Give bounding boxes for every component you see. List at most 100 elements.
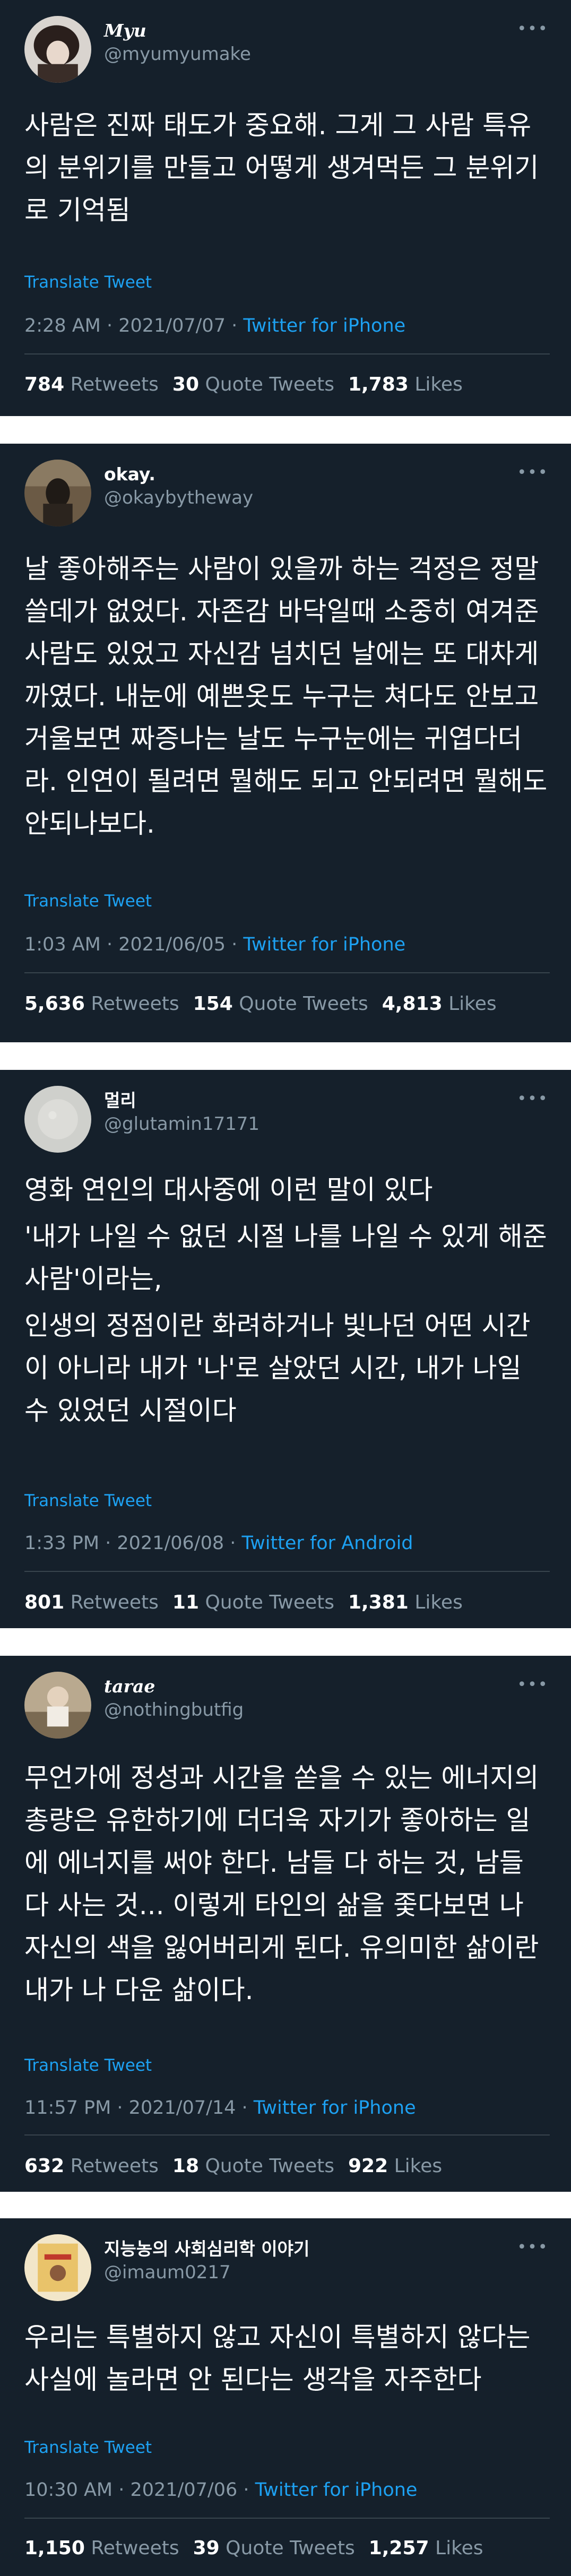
tweet-time[interactable]: 10:30 AM · 2021/07/06 ·: [24, 2479, 255, 2501]
retweets-count[interactable]: 1,150 Retweets: [24, 2537, 179, 2559]
translate-tweet-link[interactable]: Translate Tweet: [24, 1490, 152, 1511]
engagement-stats: 632 Retweets 18 Quote Tweets 922 Likes: [24, 2155, 456, 2178]
likes-count[interactable]: 4,813 Likes: [382, 993, 497, 1015]
quotes-number: 39: [193, 2537, 220, 2559]
user-handle[interactable]: @myumyumake: [104, 44, 251, 65]
tweet-timestamp: 10:30 AM · 2021/07/06 · Twitter for iPho…: [24, 2478, 417, 2502]
likes-number: 1,381: [348, 1592, 409, 1613]
more-options-icon[interactable]: •••: [517, 462, 548, 483]
likes-number: 4,813: [382, 993, 443, 1015]
display-name[interactable]: 멀리: [104, 1090, 136, 1111]
tweet-time[interactable]: 2:28 AM · 2021/07/07 ·: [24, 315, 243, 336]
likes-label: Likes: [435, 2537, 483, 2559]
quotes-number: 154: [193, 993, 233, 1015]
tweet-time[interactable]: 1:03 AM · 2021/06/05 ·: [24, 934, 243, 955]
avatar[interactable]: [24, 1672, 91, 1739]
retweets-number: 5,636: [24, 993, 85, 1015]
retweets-count[interactable]: 5,636 Retweets: [24, 993, 179, 1015]
avatar[interactable]: [24, 16, 91, 83]
quotes-number: 18: [172, 2155, 199, 2177]
tweet-timestamp: 1:03 AM · 2021/06/05 · Twitter for iPhon…: [24, 933, 405, 956]
engagement-stats: 801 Retweets 11 Quote Tweets 1,381 Likes: [24, 1591, 477, 1614]
tweet-source[interactable]: Twitter for iPhone: [243, 934, 405, 955]
retweets-count[interactable]: 632 Retweets: [24, 2155, 159, 2177]
engagement-stats: 1,150 Retweets 39 Quote Tweets 1,257 Likes: [24, 2537, 497, 2560]
quotes-label: Quote Tweets: [226, 2537, 355, 2559]
tweet-source[interactable]: Twitter for iPhone: [254, 2097, 416, 2119]
avatar[interactable]: [24, 2234, 91, 2301]
avatar[interactable]: [24, 460, 91, 526]
likes-count[interactable]: 1,783 Likes: [348, 374, 463, 395]
display-name[interactable]: Myu: [104, 20, 146, 41]
retweets-count[interactable]: 801 Retweets: [24, 1592, 159, 1613]
tweet-card: Myu @myumyumake ••• 사람은 진짜 태도가 중요해. 그게 그…: [0, 0, 571, 416]
tweet-source[interactable]: Twitter for Android: [242, 1533, 413, 1554]
tweet-paragraph: 영화 연인의 대사중에 이런 말이 있다: [24, 1174, 433, 1205]
retweets-label: Retweets: [70, 1592, 159, 1613]
likes-label: Likes: [448, 993, 497, 1015]
tweet-text: 사람은 진짜 태도가 중요해. 그게 그 사람 특유의 분위기를 만들고 어떻게…: [24, 104, 550, 231]
more-options-icon[interactable]: •••: [517, 18, 548, 39]
tweet-text: 우리는 특별하지 않고 자신이 특별하지 않다는 사실에 놀라면 안 된다는 생…: [24, 2316, 550, 2401]
tweet-paragraph: '내가 나일 수 없던 시절 나를 나일 수 있게 해준 사람'이라는,: [24, 1221, 547, 1294]
quotes-label: Quote Tweets: [239, 993, 368, 1015]
tweet-source[interactable]: Twitter for iPhone: [255, 2479, 418, 2501]
translate-tweet-link[interactable]: Translate Tweet: [24, 891, 152, 912]
likes-count[interactable]: 1,381 Likes: [348, 1592, 463, 1613]
more-options-icon[interactable]: •••: [517, 2236, 548, 2258]
quotes-label: Quote Tweets: [205, 1592, 334, 1613]
retweets-number: 632: [24, 2155, 65, 2177]
retweets-label: Retweets: [70, 2155, 159, 2177]
likes-label: Likes: [394, 2155, 443, 2177]
tweet-timestamp: 2:28 AM · 2021/07/07 · Twitter for iPhon…: [24, 314, 405, 338]
tweet-timestamp: 11:57 PM · 2021/07/14 · Twitter for iPho…: [24, 2096, 416, 2120]
tweet-timestamp: 1:33 PM · 2021/06/08 · Twitter for Andro…: [24, 1532, 413, 1555]
translate-tweet-link[interactable]: Translate Tweet: [24, 2055, 152, 2076]
tweet-time[interactable]: 11:57 PM · 2021/07/14 ·: [24, 2097, 254, 2119]
tweet-paragraph: 무언가에 정성과 시간을 쏟을 수 있는 에너지의 총량은 유한하기에 더더욱 …: [24, 1762, 539, 2006]
retweets-count[interactable]: 784 Retweets: [24, 374, 159, 395]
quotes-number: 30: [172, 374, 199, 395]
quote-tweets-count[interactable]: 154 Quote Tweets: [193, 993, 368, 1015]
likes-count[interactable]: 922 Likes: [348, 2155, 442, 2177]
tweet-time[interactable]: 1:33 PM · 2021/06/08 ·: [24, 1533, 242, 1554]
user-handle[interactable]: @glutamin17171: [104, 1113, 259, 1135]
tweet-text: 날 좋아해주는 사람이 있을까 하는 걱정은 정말 쓸데가 없었다. 자존감 바…: [24, 548, 550, 845]
divider: [24, 972, 550, 973]
tweet-card: 멀리 @glutamin17171 ••• 영화 연인의 대사중에 이런 말이 …: [0, 1070, 571, 1628]
likes-label: Likes: [414, 374, 463, 395]
tweet-paragraph: 날 좋아해주는 사람이 있을까 하는 걱정은 정말 쓸데가 없었다. 자존감 바…: [24, 554, 548, 839]
divider: [24, 2518, 550, 2519]
more-options-icon[interactable]: •••: [517, 1088, 548, 1109]
likes-label: Likes: [414, 1592, 463, 1613]
display-name[interactable]: okay.: [104, 464, 155, 485]
tweet-card: tarae @nothingbutfig ••• 무언가에 정성과 시간을 쏟을…: [0, 1656, 571, 2192]
tweet-text: 영화 연인의 대사중에 이런 말이 있다 '내가 나일 수 없던 시절 나를 나…: [24, 1169, 550, 1432]
retweets-label: Retweets: [91, 2537, 179, 2559]
likes-count[interactable]: 1,257 Likes: [369, 2537, 483, 2559]
user-handle[interactable]: @okaybytheway: [104, 487, 253, 508]
tweet-source[interactable]: Twitter for iPhone: [243, 315, 405, 336]
quotes-label: Quote Tweets: [205, 2155, 334, 2177]
engagement-stats: 5,636 Retweets 154 Quote Tweets 4,813 Like…: [24, 992, 511, 1016]
likes-number: 1,257: [368, 2537, 429, 2559]
translate-tweet-link[interactable]: Translate Tweet: [24, 272, 152, 293]
quotes-number: 11: [172, 1592, 199, 1613]
retweets-number: 784: [24, 374, 65, 395]
likes-number: 1,783: [348, 374, 409, 395]
translate-tweet-link[interactable]: Translate Tweet: [24, 2437, 152, 2458]
more-options-icon[interactable]: •••: [517, 1674, 548, 1695]
quote-tweets-count[interactable]: 18 Quote Tweets: [172, 2155, 334, 2177]
quote-tweets-count[interactable]: 39 Quote Tweets: [193, 2537, 355, 2559]
retweets-label: Retweets: [70, 374, 159, 395]
display-name[interactable]: tarae: [104, 1676, 155, 1697]
divider: [24, 1571, 550, 1572]
retweets-number: 801: [24, 1592, 65, 1613]
quote-tweets-count[interactable]: 11 Quote Tweets: [172, 1592, 334, 1613]
quote-tweets-count[interactable]: 30 Quote Tweets: [172, 374, 334, 395]
quotes-label: Quote Tweets: [205, 374, 334, 395]
avatar[interactable]: [24, 1086, 91, 1153]
user-handle[interactable]: @nothingbutfig: [104, 1699, 244, 1721]
display-name[interactable]: 지능농의 사회심리학 이야기: [104, 2238, 309, 2260]
user-handle[interactable]: @imaum0217: [104, 2262, 231, 2283]
